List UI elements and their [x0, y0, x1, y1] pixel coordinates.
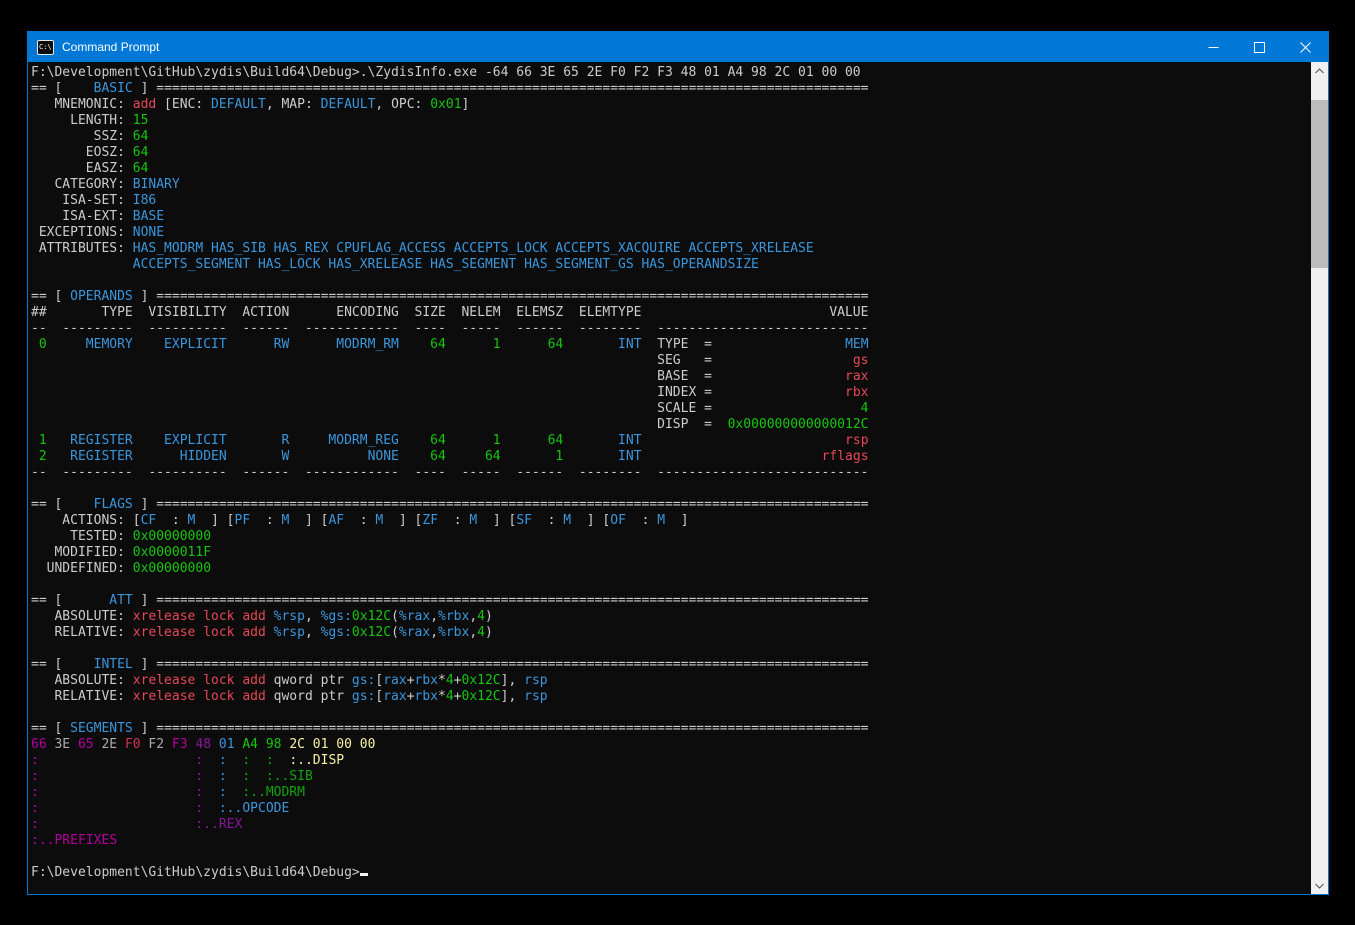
- terminal-line: == [ INTEL ] ===========================…: [31, 657, 1311, 673]
- terminal-line: ABSOLUTE: xrelease lock add qword ptr gs…: [31, 673, 1311, 689]
- terminal-line: [31, 705, 1311, 721]
- cmd-icon-label: C:\: [39, 43, 52, 51]
- terminal-output[interactable]: F:\Development\GitHub\zydis\Build64\Debu…: [28, 62, 1311, 894]
- maximize-icon: [1254, 42, 1265, 53]
- terminal-line: [31, 849, 1311, 865]
- scroll-up-button[interactable]: [1311, 62, 1328, 79]
- terminal-cursor: [360, 873, 368, 876]
- terminal-line: SCALE = 4: [31, 401, 1311, 417]
- terminal-line: ISA-EXT: BASE: [31, 209, 1311, 225]
- terminal-line: [31, 273, 1311, 289]
- terminal-line: : :..REX: [31, 817, 1311, 833]
- terminal-line: : : : : : :..DISP: [31, 753, 1311, 769]
- window-controls: [1190, 32, 1328, 62]
- window-title: Command Prompt: [62, 40, 159, 54]
- terminal-line: -- --------- ---------- ------ ---------…: [31, 321, 1311, 337]
- terminal-line: MODIFIED: 0x0000011F: [31, 545, 1311, 561]
- terminal-line: [31, 641, 1311, 657]
- terminal-line: CATEGORY: BINARY: [31, 177, 1311, 193]
- cmd-icon[interactable]: C:\: [37, 40, 54, 55]
- terminal-line: SEG = gs: [31, 353, 1311, 369]
- scroll-down-icon: [1315, 883, 1324, 889]
- terminal-line: DISP = 0x000000000000012C: [31, 417, 1311, 433]
- close-button[interactable]: [1282, 32, 1328, 62]
- terminal-line: : : :..OPCODE: [31, 801, 1311, 817]
- terminal-line: SSZ: 64: [31, 129, 1311, 145]
- terminal-line: :..PREFIXES: [31, 833, 1311, 849]
- desktop-background: { "window": { "title": "Command Prompt",…: [0, 0, 1355, 925]
- terminal-line: F:\Development\GitHub\zydis\Build64\Debu…: [31, 865, 1311, 881]
- terminal-line: TESTED: 0x00000000: [31, 529, 1311, 545]
- terminal-line: == [ FLAGS ] ===========================…: [31, 497, 1311, 513]
- terminal-line: 2 REGISTER HIDDEN W NONE 64 64 1 INT rfl…: [31, 449, 1311, 465]
- terminal-line: LENGTH: 15: [31, 113, 1311, 129]
- terminal-line: EASZ: 64: [31, 161, 1311, 177]
- terminal-line: MNEMONIC: add [ENC: DEFAULT, MAP: DEFAUL…: [31, 97, 1311, 113]
- terminal-line: ## TYPE VISIBILITY ACTION ENCODING SIZE …: [31, 305, 1311, 321]
- scroll-up-icon: [1315, 68, 1324, 74]
- terminal-line: == [ SEGMENTS ] ========================…: [31, 721, 1311, 737]
- terminal-line: : : : :..MODRM: [31, 785, 1311, 801]
- terminal-line: [31, 481, 1311, 497]
- command-prompt-window: C:\ Command Prompt F:\Development\GitHub…: [27, 31, 1329, 895]
- minimize-icon: [1208, 42, 1219, 53]
- terminal-line: == [ OPERANDS ] ========================…: [31, 289, 1311, 305]
- terminal-line: ACCEPTS_SEGMENT HAS_LOCK HAS_XRELEASE HA…: [31, 257, 1311, 273]
- terminal-line: INDEX = rbx: [31, 385, 1311, 401]
- scrollbar[interactable]: [1311, 62, 1328, 894]
- maximize-button[interactable]: [1236, 32, 1282, 62]
- terminal-line: 0 MEMORY EXPLICIT RW MODRM_RM 64 1 64 IN…: [31, 337, 1311, 353]
- terminal-line: EOSZ: 64: [31, 145, 1311, 161]
- terminal-line: == [ ATT ] =============================…: [31, 593, 1311, 609]
- terminal-line: BASE = rax: [31, 369, 1311, 385]
- terminal-line: ACTIONS: [CF : M ] [PF : M ] [AF : M ] […: [31, 513, 1311, 529]
- terminal-line: ABSOLUTE: xrelease lock add %rsp, %gs:0x…: [31, 609, 1311, 625]
- title-bar[interactable]: C:\ Command Prompt: [28, 32, 1328, 62]
- terminal-line: ATTRIBUTES: HAS_MODRM HAS_SIB HAS_REX CP…: [31, 241, 1311, 257]
- terminal-line: [31, 577, 1311, 593]
- terminal-line: F:\Development\GitHub\zydis\Build64\Debu…: [31, 65, 1311, 81]
- close-icon: [1300, 42, 1311, 53]
- terminal-line: RELATIVE: xrelease lock add qword ptr gs…: [31, 689, 1311, 705]
- terminal-line: UNDEFINED: 0x00000000: [31, 561, 1311, 577]
- scrollbar-thumb[interactable]: [1311, 100, 1328, 268]
- terminal-line: == [ BASIC ] ===========================…: [31, 81, 1311, 97]
- terminal-line: 1 REGISTER EXPLICIT R MODRM_REG 64 1 64 …: [31, 433, 1311, 449]
- scroll-down-button[interactable]: [1311, 877, 1328, 894]
- minimize-button[interactable]: [1190, 32, 1236, 62]
- terminal-line: 66 3E 65 2E F0 F2 F3 48 01 A4 98 2C 01 0…: [31, 737, 1311, 753]
- terminal-line: RELATIVE: xrelease lock add %rsp, %gs:0x…: [31, 625, 1311, 641]
- terminal-line: -- --------- ---------- ------ ---------…: [31, 465, 1311, 481]
- terminal-line: : : : : :..SIB: [31, 769, 1311, 785]
- terminal-line: EXCEPTIONS: NONE: [31, 225, 1311, 241]
- window-body: F:\Development\GitHub\zydis\Build64\Debu…: [28, 62, 1328, 894]
- terminal-line: ISA-SET: I86: [31, 193, 1311, 209]
